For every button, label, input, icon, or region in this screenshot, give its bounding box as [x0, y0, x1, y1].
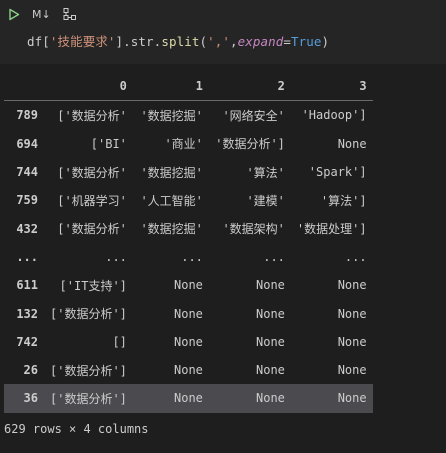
- table-row: 759 ['机器学习' '人工智能' '建模' '算法']: [4, 186, 373, 214]
- row-index: 742: [16, 334, 38, 349]
- table-row: 789 ['数据分析' '数据挖掘' '网络安全' 'Hadoop']: [4, 101, 373, 130]
- table-cell: ['IT支持']: [59, 278, 127, 293]
- code-close-paren: ): [321, 34, 330, 49]
- table-cell: '数据挖掘': [140, 222, 203, 237]
- row-index: 789: [16, 108, 38, 123]
- code-open-paren: (: [199, 34, 208, 49]
- table-cell: '数据处理']: [296, 222, 367, 237]
- row-index: 26: [23, 363, 38, 378]
- code-df: df[: [27, 34, 50, 49]
- table-cell: '商业': [164, 137, 203, 152]
- table-cell: ['数据分析': [57, 108, 127, 123]
- markdown-toggle-button[interactable]: M↓: [32, 6, 51, 22]
- code-column-key: '技能要求': [49, 34, 116, 49]
- cell-output: 0 1 2 3 789 ['数据分析' '数据挖掘' '网络安全' 'Hadoo…: [0, 64, 446, 453]
- index-header: [4, 72, 44, 102]
- table-cell: '数据挖掘': [140, 108, 203, 123]
- code-true: True: [291, 34, 322, 49]
- table-cell: ['机器学习': [57, 193, 127, 208]
- table-cell: None: [256, 391, 285, 406]
- table-cell: 'Hadoop']: [301, 108, 367, 123]
- table-cell: ['数据分析': [57, 222, 127, 237]
- table-cell: '网络安全': [222, 108, 285, 123]
- variables-button[interactable]: [63, 6, 77, 22]
- table-cell: ['数据分析']: [50, 391, 127, 406]
- table-row: 611 ['IT支持'] None None None: [4, 271, 373, 299]
- table-cell: ...: [181, 249, 203, 264]
- code-line: df['技能要求'].str.split(',',expand=True): [27, 31, 329, 50]
- table-cell: None: [256, 278, 285, 293]
- header-row: 0 1 2 3: [4, 72, 373, 102]
- code-equals: =: [283, 34, 292, 49]
- row-index: 132: [16, 306, 38, 321]
- table-cell: ...: [263, 249, 285, 264]
- row-index: 611: [16, 278, 38, 293]
- row-index: 432: [16, 221, 38, 236]
- code-cell: M↓ df['技能要求'].str.split(',',expand=True): [0, 0, 446, 64]
- table-cell: '建模': [246, 193, 285, 208]
- table-row: 742 [] None None None: [4, 328, 373, 356]
- table-cell: '算法': [246, 165, 285, 180]
- table-cell: None: [256, 306, 285, 321]
- table-cell: '数据挖掘': [140, 165, 203, 180]
- table-cell: None: [174, 278, 203, 293]
- table-cell: '数据分析']: [215, 137, 285, 152]
- table-cell: '人工智能': [140, 193, 203, 208]
- column-header-1: 1: [132, 72, 209, 102]
- table-cell: ...: [344, 249, 367, 264]
- table-cell: None: [337, 391, 367, 406]
- table-cell: 'Spark']: [308, 165, 367, 180]
- column-header-0: 0: [44, 72, 133, 102]
- table-cell: None: [174, 306, 203, 321]
- table-cell: None: [337, 363, 367, 378]
- run-cell-button[interactable]: [8, 6, 20, 22]
- table-cell: None: [337, 278, 367, 293]
- code-comma: ,: [229, 34, 238, 49]
- code-split-fn: split: [161, 34, 200, 49]
- table-cell: None: [337, 136, 367, 151]
- table-cell: ...: [105, 249, 127, 264]
- dataframe-shape-summary: 629 rows × 4 columns: [4, 422, 149, 436]
- row-index: 759: [16, 193, 38, 208]
- table-cell: '数据架构': [222, 222, 285, 237]
- column-header-2: 2: [208, 72, 291, 102]
- table-cell: ['数据分析']: [50, 307, 127, 322]
- table-cell: '算法']: [320, 193, 367, 208]
- row-index: 744: [16, 165, 38, 180]
- table-cell: None: [256, 334, 285, 349]
- table-cell: ['BI': [90, 136, 127, 151]
- code-separator: ',': [207, 34, 230, 49]
- table-row: 744 ['数据分析' '数据挖掘' '算法' 'Spark']: [4, 158, 373, 186]
- table-cell: None: [174, 334, 203, 349]
- row-index: 694: [16, 136, 38, 151]
- dataframe-table: 0 1 2 3 789 ['数据分析' '数据挖掘' '网络安全' 'Hadoo…: [4, 72, 373, 413]
- variables-icon: [63, 8, 76, 20]
- table-cell: None: [337, 306, 367, 321]
- column-header-3: 3: [290, 72, 373, 102]
- table-cell: None: [174, 391, 203, 406]
- table-row: 432 ['数据分析' '数据挖掘' '数据架构' '数据处理']: [4, 214, 373, 242]
- table-row: 694 ['BI' '商业' '数据分析'] None: [4, 130, 373, 158]
- cell-toolbar: M↓: [8, 6, 77, 22]
- table-row-highlighted: 36 ['数据分析'] None None None: [4, 384, 373, 413]
- row-index: 36: [23, 391, 38, 406]
- table-cell: ['数据分析']: [50, 363, 127, 378]
- table-row: 132 ['数据分析'] None None None: [4, 299, 373, 327]
- table-cell: ['数据分析': [57, 165, 127, 180]
- table-row: 26 ['数据分析'] None None None: [4, 356, 373, 384]
- table-cell: None: [256, 363, 285, 378]
- table-cell: []: [112, 334, 127, 349]
- ellipsis-row: ... ... ... ... ...: [4, 243, 373, 271]
- row-index: ...: [16, 249, 38, 264]
- table-cell: None: [337, 334, 367, 349]
- code-str-accessor: ].str.: [115, 34, 162, 49]
- table-cell: None: [174, 363, 203, 378]
- code-editor[interactable]: df['技能要求'].str.split(',',expand=True): [0, 27, 446, 51]
- play-icon: [9, 8, 20, 20]
- code-kwarg-expand: expand: [237, 34, 284, 49]
